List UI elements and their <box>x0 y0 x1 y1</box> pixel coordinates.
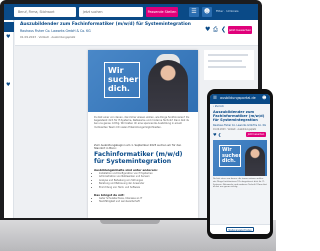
list-view-icon[interactable]: ☰ <box>189 7 199 17</box>
job-title: Auszubildender zum Fachinformatiker (m/w… <box>20 22 191 27</box>
share-offer-button[interactable]: Stellenangebot teilen <box>226 227 254 232</box>
training-contents-list: Installation und Konfiguration von IT-Sy… <box>96 172 192 189</box>
company-name[interactable]: Rauhaus Fisher Co. Laworks GmbH & Co. KG <box>20 29 91 33</box>
start-date-text: Zum Ausbildungsbeginn am 1. September 20… <box>94 144 182 150</box>
phone-intro-text: Du bist einer von denen, die immer wisse… <box>213 178 267 189</box>
phone-job-meta: 01.09.2023 · Vollzeit · Ausbildungsplatz <box>213 128 257 131</box>
phone-apply-button[interactable]: Jetzt bewerben <box>246 132 266 137</box>
hero-slogan: Wir sucher dich. <box>219 145 241 167</box>
phone-header: ☰ ausbildungsportal.de ☻ <box>210 94 270 104</box>
placeholder-line <box>208 54 248 56</box>
heart-icon[interactable]: ♥ <box>205 26 210 33</box>
ad-job-title: Fachinformatiker (m/w/d) für Systeminteg… <box>94 151 183 165</box>
share-icon[interactable]: ❮ <box>221 26 226 33</box>
print-icon[interactable]: ⎙ <box>213 26 218 34</box>
placeholder-line <box>208 60 242 62</box>
job-header: Auszubildender zum Fachinformatiker (m/w… <box>15 20 258 46</box>
site-logo[interactable]: ausbildungsportal.de <box>220 96 256 100</box>
heart-icon[interactable]: ♥ <box>6 82 10 88</box>
where-input[interactable]: Jetzt suchen <box>79 7 143 17</box>
heart-icon[interactable]: ♥ <box>213 132 217 137</box>
hero-slogan: Wir sucher dich. <box>104 62 140 98</box>
person-image <box>148 60 188 112</box>
search-bar: Beruf, Firma, Stichwort Jetzt suchen Pas… <box>4 4 258 20</box>
phone-screen: ☰ ausbildungsportal.de ☻ ‹ Zurück Auszub… <box>210 94 270 234</box>
share-icon[interactable]: ❮ <box>218 132 221 137</box>
phone-footer: Stellenangebot teilen <box>210 224 270 234</box>
menu-icon[interactable]: ☰ <box>213 96 217 101</box>
job-meta: 01.09.2023 · Vollzeit · Ausbildungsplatz <box>20 35 76 39</box>
person-image <box>245 146 265 176</box>
phone-action-icons: ♥ ❮ <box>213 132 221 137</box>
what-input[interactable]: Beruf, Firma, Stichwort <box>14 7 76 17</box>
list-item: Einrichtung von Hard- und Software <box>99 186 192 189</box>
filter-options[interactable]: Filter · Umkreis <box>216 9 239 13</box>
intro-text: Du bist einer von denen, die immer wisse… <box>94 116 190 129</box>
laptop-notch <box>100 220 160 224</box>
list-item: Teamfähigkeit und Lernbereitschaft <box>99 200 192 203</box>
device-mockup: Beruf, Firma, Stichwort Jetzt suchen Pas… <box>0 0 276 251</box>
back-link[interactable]: ‹ Zurück <box>213 105 224 108</box>
smartphone: ☰ ausbildungsportal.de ☻ ‹ Zurück Auszub… <box>207 89 273 239</box>
hero-image: Wir sucher dich. <box>88 50 198 112</box>
phone-job-title: Auszubildender zum Fachinformatiker (m/w… <box>213 110 265 123</box>
active-result-tab[interactable] <box>4 22 14 32</box>
placeholder-line <box>208 66 246 68</box>
side-panel <box>204 50 254 80</box>
phone-company-name[interactable]: Rauhaus Fisher Co. Laworks GmbH & Co. KG <box>213 124 267 127</box>
requirements-list: Guter Schulabschluss, Interesse an IT Te… <box>96 197 192 204</box>
job-ad-document: Wir sucher dich. Du bist einer von denen… <box>88 50 198 218</box>
search-button[interactable]: Passende Stellen <box>146 7 178 17</box>
heart-icon[interactable]: ♥ <box>6 34 10 40</box>
result-list-sidebar: ♥ ♥ <box>4 20 14 218</box>
user-icon[interactable]: ☻ <box>202 7 212 17</box>
user-icon[interactable]: ☻ <box>262 96 267 101</box>
apply-button[interactable]: Jetzt bewerben <box>228 26 252 34</box>
phone-hero-image: Wir sucher dich. <box>213 140 267 176</box>
